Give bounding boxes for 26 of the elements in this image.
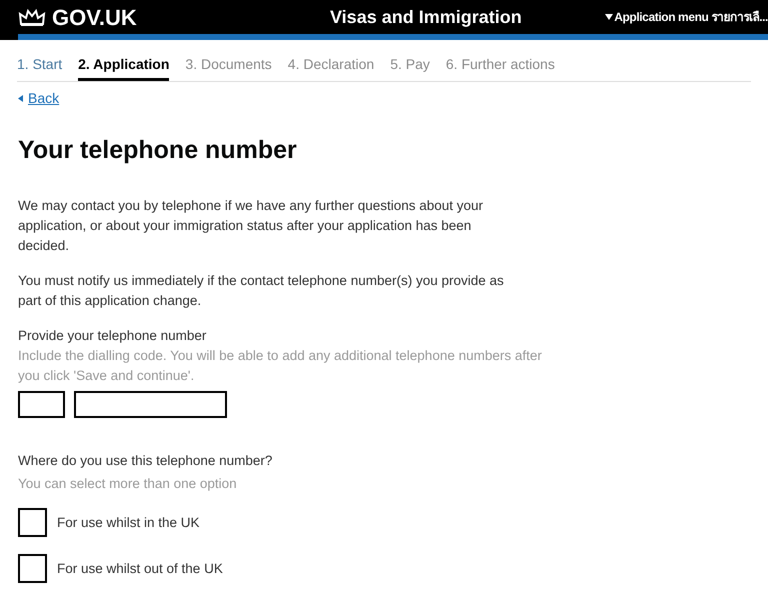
usage-hint: You can select more than one option bbox=[18, 475, 238, 493]
step-tab[interactable]: 6. Further actions bbox=[446, 54, 555, 81]
checkbox-label: For use whilst in the UK bbox=[57, 514, 200, 532]
checkbox-label: For use whilst out of the UK bbox=[57, 560, 223, 578]
crown-icon bbox=[18, 7, 46, 27]
caret-icon bbox=[605, 14, 614, 20]
service-title: Visas and Immigration bbox=[330, 6, 523, 29]
application-menu[interactable]: Application menu รายการเลื... bbox=[605, 8, 768, 26]
step-tab[interactable]: 4. Declaration bbox=[288, 54, 374, 81]
phone-number-field[interactable] bbox=[74, 390, 227, 418]
body-paragraph: We may contact you by telephone if we have any further questions about your application, or about your immigration status after your application has been decided. bbox=[18, 196, 484, 254]
dialling-code-field[interactable] bbox=[18, 390, 65, 418]
step-tab[interactable]: 3. Documents bbox=[185, 54, 272, 81]
page-title: Your telephone number bbox=[18, 135, 298, 166]
back-link[interactable]: Back bbox=[18, 88, 60, 109]
step-tab[interactable]: 5. Pay bbox=[390, 54, 430, 81]
checkbox[interactable] bbox=[18, 508, 47, 538]
logo-text[interactable]: GOV.UK bbox=[52, 0, 292, 34]
phone-label: Provide your telephone number bbox=[18, 326, 208, 345]
usage-label: Where do you use this telephone number? bbox=[18, 452, 274, 470]
step-tab[interactable]: 2. Application bbox=[78, 54, 170, 81]
back-arrow-icon bbox=[18, 95, 23, 102]
checkbox[interactable] bbox=[18, 554, 47, 584]
phone-hint: Include the dialling code. You will be able to add any additional telephone numbers after you click 'Save and continue'. bbox=[18, 346, 543, 385]
step-tab[interactable]: 1. Start bbox=[17, 54, 62, 81]
body-paragraph: You must notify us immediately if the contact telephone number(s) you provide as part of this application change. bbox=[18, 272, 505, 310]
